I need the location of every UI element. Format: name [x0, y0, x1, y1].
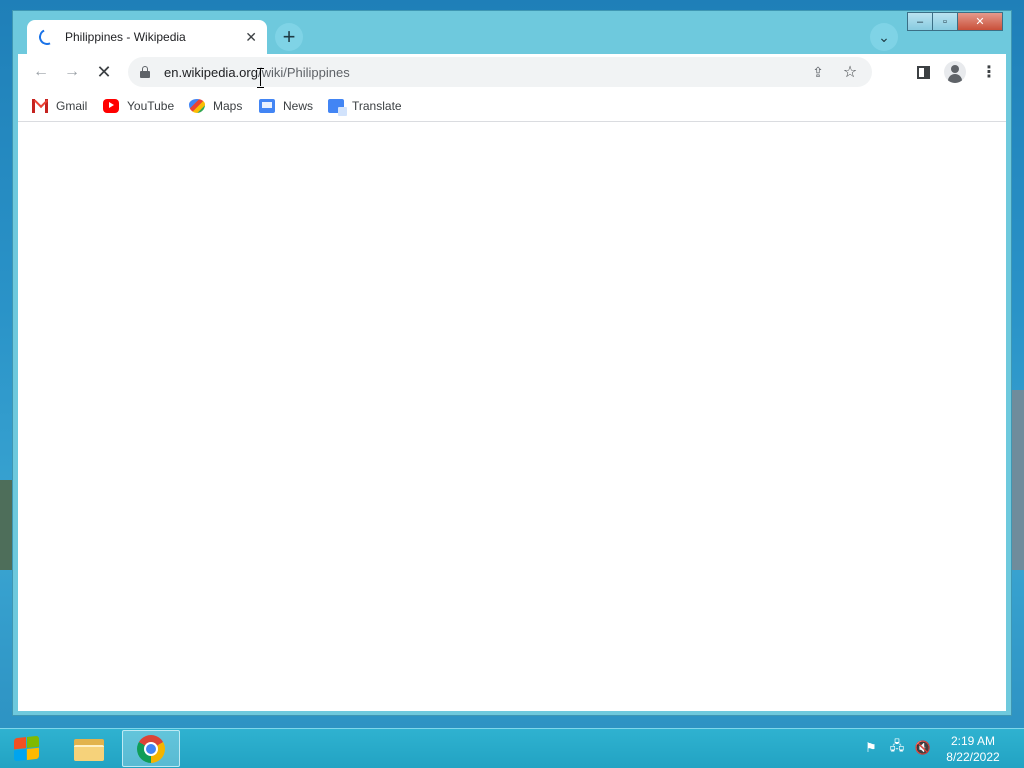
bookmarks-bar: Gmail YouTube Maps News Translate	[18, 90, 1006, 122]
start-button[interactable]	[8, 733, 48, 765]
bookmark-label: Translate	[352, 99, 402, 113]
forward-button[interactable]: →	[58, 58, 86, 86]
system-tray: ⚑ 🖧 🔇	[862, 738, 940, 757]
network-icon[interactable]: 🖧	[888, 738, 906, 757]
lock-icon[interactable]	[140, 66, 150, 78]
url-path: /wiki/Philippines	[257, 64, 350, 80]
clock-time: 2:19 AM	[950, 734, 996, 748]
translate-icon	[328, 99, 347, 116]
bookmark-label: Maps	[213, 99, 243, 113]
maximize-button[interactable]: ▫	[932, 12, 958, 31]
action-center-flag-icon[interactable]: ⚑	[862, 739, 880, 757]
minimize-button[interactable]: –	[907, 12, 933, 31]
browser-menu-button[interactable]: ⋮	[975, 58, 1003, 86]
page-content[interactable]	[18, 122, 1006, 711]
loading-spinner-icon	[36, 26, 58, 48]
url-host: en.wikipedia.org	[164, 64, 258, 80]
window-controls: – ▫ ✕	[907, 12, 1003, 31]
bookmark-star-icon[interactable]: ☆	[836, 58, 864, 86]
side-panel-icon	[916, 65, 930, 79]
browser-toolbar: ← → ✕ en.wikipedia.org/wiki/Philippines …	[18, 54, 1006, 90]
desktop-wallpaper-right	[1012, 390, 1024, 570]
address-bar[interactable]: en.wikipedia.org/wiki/Philippines ⇪ ☆	[128, 57, 872, 87]
bookmark-label: YouTube	[127, 99, 175, 113]
browser-window: – ▫ ✕ Philippines - Wikipedia ✕ + ⌄ ← → …	[12, 10, 1012, 716]
side-panel-button[interactable]	[909, 58, 937, 86]
bookmark-maps[interactable]: Maps	[189, 96, 242, 116]
bookmark-news[interactable]: News	[259, 96, 313, 116]
close-tab-icon[interactable]: ✕	[245, 29, 257, 46]
taskbar-clock[interactable]: 2:19 AM 8/22/2022	[940, 733, 1006, 765]
new-tab-button[interactable]: +	[275, 23, 303, 51]
taskbar: ⚑ 🖧 🔇 2:19 AM 8/22/2022	[0, 728, 1024, 768]
bookmark-translate[interactable]: Translate	[328, 96, 402, 116]
folder-icon	[74, 737, 104, 761]
youtube-icon	[103, 99, 119, 113]
maps-icon	[189, 99, 205, 113]
gmail-icon	[32, 99, 48, 113]
windows-logo-icon	[14, 735, 40, 763]
news-icon	[259, 99, 275, 113]
volume-muted-icon[interactable]: 🔇	[914, 739, 932, 757]
avatar-icon	[944, 61, 966, 83]
stop-loading-button[interactable]: ✕	[90, 58, 118, 86]
bookmark-youtube[interactable]: YouTube	[103, 96, 174, 116]
text-cursor-icon	[257, 68, 264, 88]
bookmark-label: News	[283, 99, 314, 113]
profile-button[interactable]	[941, 58, 969, 86]
tab-search-button[interactable]: ⌄	[870, 23, 898, 51]
clock-date: 8/22/2022	[946, 750, 1000, 764]
tab-active[interactable]: Philippines - Wikipedia ✕	[27, 20, 267, 54]
taskbar-chrome[interactable]	[122, 730, 180, 767]
chrome-icon	[137, 734, 165, 763]
taskbar-file-explorer[interactable]	[60, 730, 118, 767]
back-button[interactable]: ←	[27, 58, 55, 86]
tab-title: Philippines - Wikipedia	[65, 30, 186, 44]
bookmark-label: Gmail	[56, 99, 88, 113]
bookmark-gmail[interactable]: Gmail	[32, 96, 87, 116]
share-icon[interactable]: ⇪	[804, 58, 832, 86]
close-window-button[interactable]: ✕	[957, 12, 1003, 31]
